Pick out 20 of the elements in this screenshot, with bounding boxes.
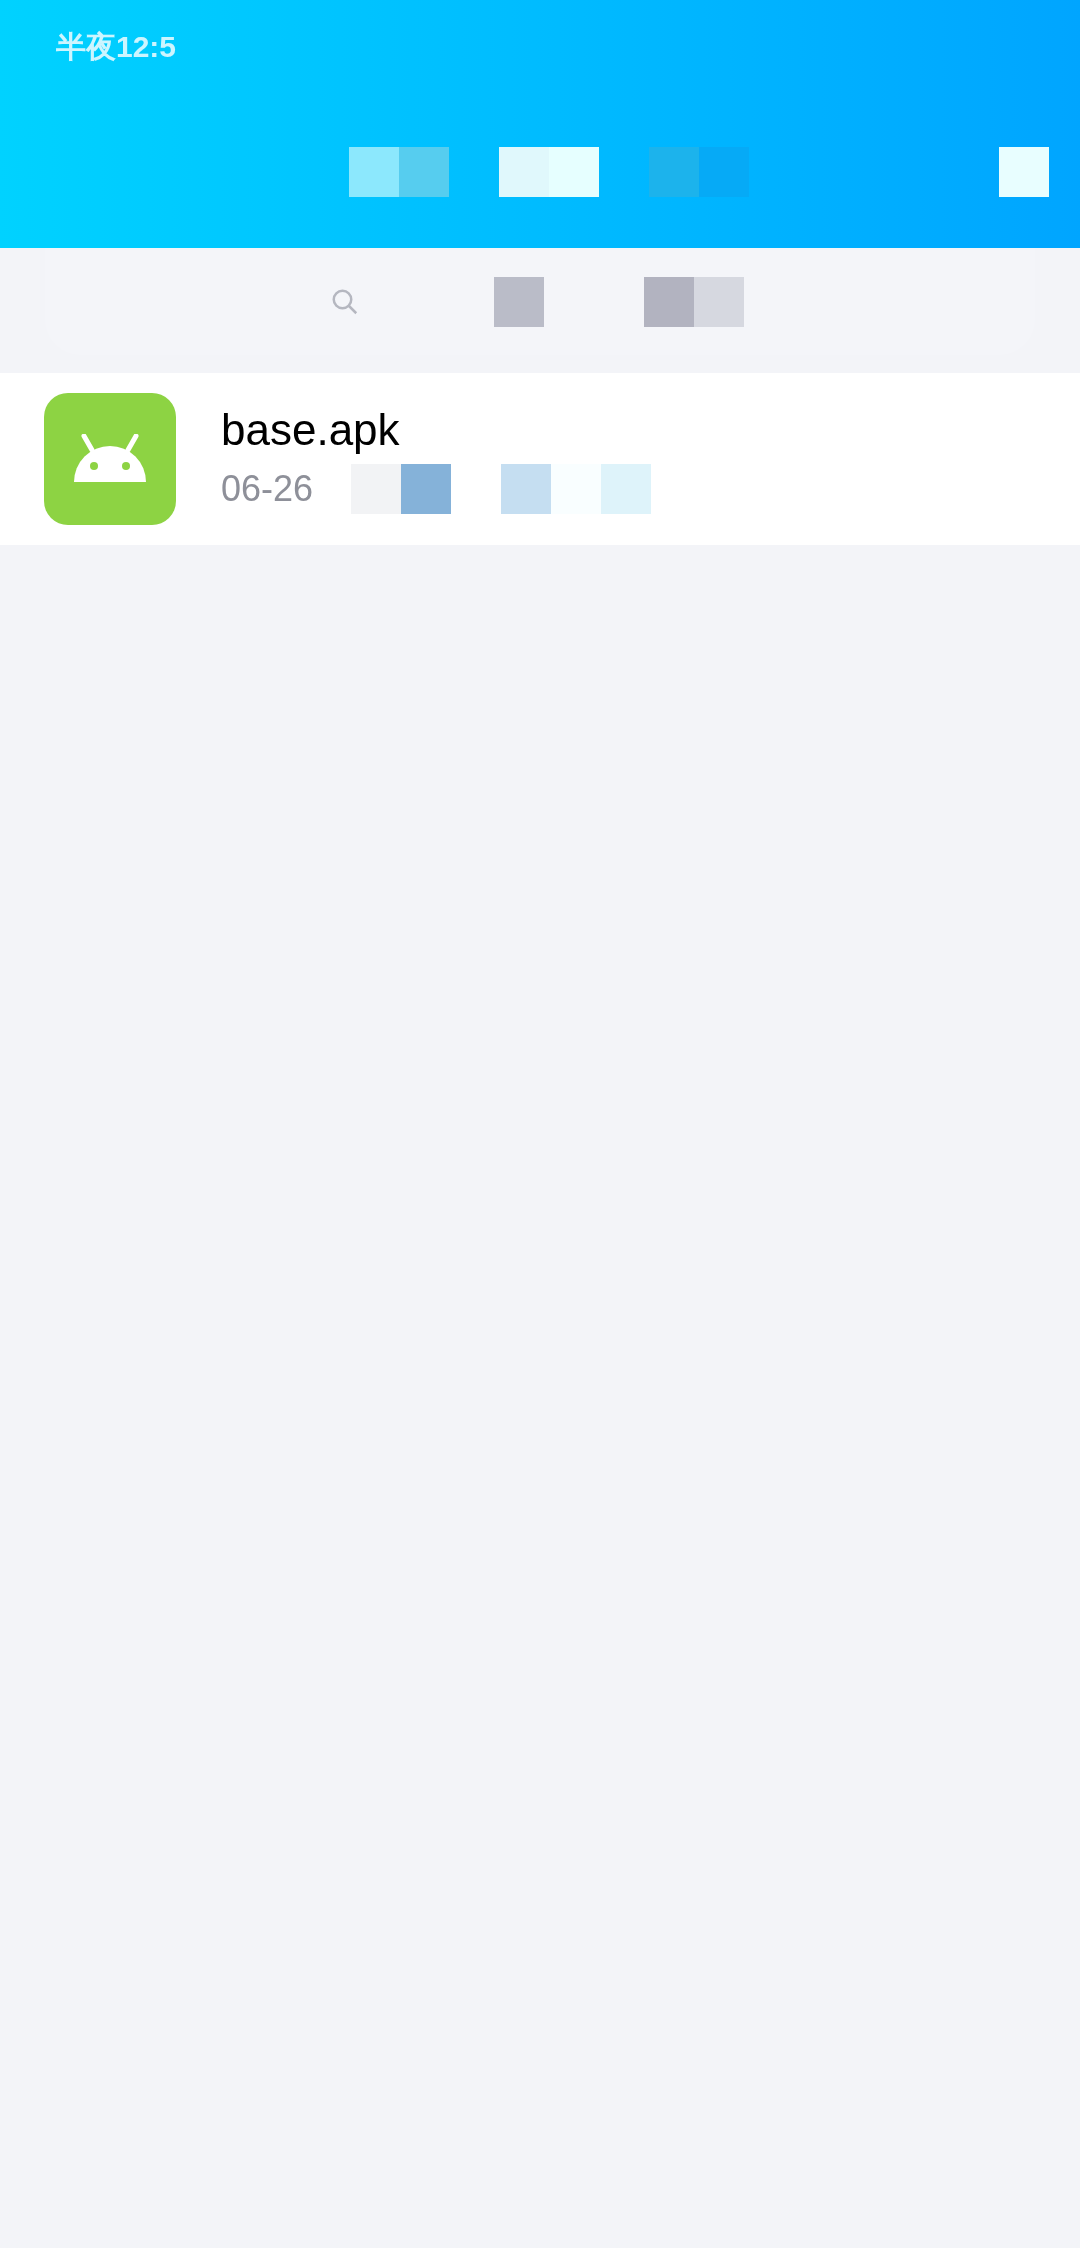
mosaic-block bbox=[601, 464, 651, 514]
mosaic-block bbox=[399, 147, 449, 197]
mosaic-block bbox=[349, 147, 399, 197]
mosaic-block bbox=[549, 147, 599, 197]
mosaic-block bbox=[699, 147, 749, 197]
mosaic-block bbox=[694, 276, 744, 327]
mosaic-block bbox=[351, 464, 401, 514]
mosaic-block bbox=[999, 147, 1049, 197]
mosaic-block bbox=[644, 276, 694, 327]
mosaic-block bbox=[401, 464, 451, 514]
file-name: base.apk bbox=[221, 404, 401, 456]
mosaic-block bbox=[494, 276, 544, 327]
mosaic-block bbox=[649, 147, 699, 197]
mosaic-block bbox=[551, 464, 601, 514]
file-date: 06-26 bbox=[221, 467, 315, 511]
status-time: 半夜12:5 bbox=[56, 30, 177, 63]
file-row[interactable]: base.apk 06-26 bbox=[0, 373, 1080, 545]
mosaic-block bbox=[501, 464, 551, 514]
mosaic-block bbox=[499, 147, 549, 197]
android-app-icon bbox=[44, 393, 176, 525]
